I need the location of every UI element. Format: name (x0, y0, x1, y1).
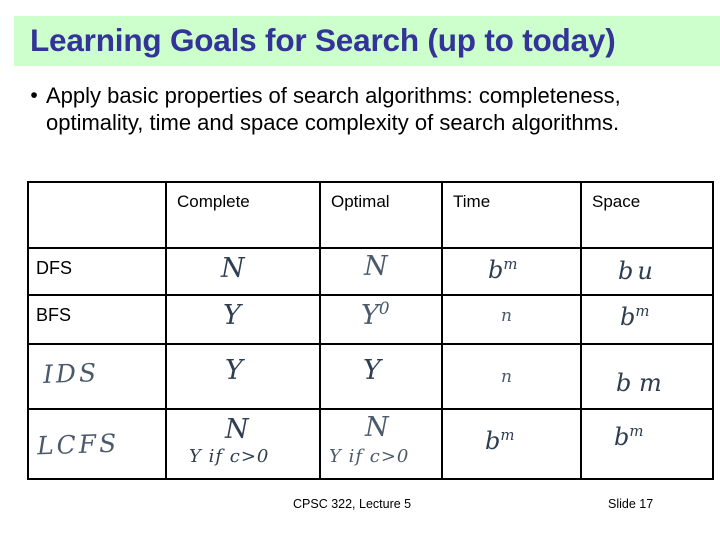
handwritten-condition: Y if c>0 (329, 446, 410, 467)
handwritten-answer: bm (485, 426, 515, 455)
handwritten-answer: bm (614, 422, 644, 451)
cell-bfs-optimal: Y0 (319, 294, 443, 345)
footer-slide-number: Slide 17 (608, 497, 654, 511)
table-corner-cell (27, 181, 167, 249)
cell-lcfs-optimal: N Y if c>0 (319, 408, 443, 480)
handwritten-answer: N (225, 414, 249, 445)
bullet-text: Apply basic properties of search algorit… (46, 83, 621, 135)
row-label: LCFS (36, 428, 120, 461)
row-label-cell-ids: IDS (27, 343, 167, 410)
cell-dfs-space: bu (580, 247, 714, 296)
bullet-list: • Apply basic properties of search algor… (22, 82, 662, 136)
cell-lcfs-complete: N Y if c>0 (165, 408, 321, 480)
cell-dfs-complete: N (165, 247, 321, 296)
table-row: DFS N N bm bu (27, 247, 714, 296)
handwritten-condition: Y if c>0 (189, 446, 270, 467)
footer-course-label: CPSC 322, Lecture 5 (293, 497, 412, 511)
table-row: LCFS N Y if c>0 N Y if c>0 bm bm (27, 408, 714, 480)
search-algorithm-comparison-table: Complete Optimal Time Space DFS N N bm b… (27, 181, 714, 480)
handwritten-answer: N (221, 253, 245, 284)
table-row: BFS Y Y0 n bm (27, 294, 714, 345)
table-header-row: Complete Optimal Time Space (27, 181, 714, 249)
cell-ids-optimal: Y (319, 343, 443, 410)
cell-lcfs-space: bm (580, 408, 714, 480)
column-header-time: Time (441, 181, 582, 249)
table-row: IDS Y Y n b m (27, 343, 714, 410)
column-header-label: Complete (177, 192, 250, 211)
column-header-label: Optimal (331, 192, 390, 211)
row-label-cell-bfs: BFS (27, 294, 167, 345)
page-title: Learning Goals for Search (up to today) (30, 22, 616, 59)
column-header-label: Space (592, 192, 641, 211)
column-header-label: Time (453, 192, 491, 211)
column-header-complete: Complete (165, 181, 321, 249)
cell-ids-time: n (441, 343, 582, 410)
handwritten-answer: Y0 (361, 298, 390, 331)
handwritten-answer: N (364, 251, 388, 282)
column-header-optimal: Optimal (319, 181, 443, 249)
row-label: IDS (42, 358, 100, 389)
cell-lcfs-time: bm (441, 408, 582, 480)
row-label-cell-lcfs: LCFS (27, 408, 167, 480)
cell-dfs-optimal: N (319, 247, 443, 296)
corner-label (29, 183, 165, 193)
bullet-marker-icon: • (30, 84, 38, 107)
handwritten-answer: Y (225, 355, 243, 386)
handwritten-answer: n (501, 306, 512, 326)
cell-bfs-time: n (441, 294, 582, 345)
row-label: BFS (36, 305, 72, 325)
column-header-space: Space (580, 181, 714, 249)
handwritten-answer: bm (488, 255, 518, 284)
handwritten-answer: n (501, 367, 512, 387)
row-label-cell-dfs: DFS (27, 247, 167, 296)
cell-ids-space: b m (580, 343, 714, 410)
cell-ids-complete: Y (165, 343, 321, 410)
row-label: DFS (36, 258, 72, 278)
cell-bfs-space: bm (580, 294, 714, 345)
list-item: • Apply basic properties of search algor… (22, 82, 662, 136)
handwritten-answer: b m (616, 369, 662, 397)
handwritten-answer: bu (618, 257, 653, 285)
cell-bfs-complete: Y (165, 294, 321, 345)
cell-dfs-time: bm (441, 247, 582, 296)
handwritten-answer: bm (620, 302, 650, 331)
handwritten-answer: Y (223, 300, 241, 331)
handwritten-answer: N (365, 412, 389, 443)
handwritten-answer: Y (363, 355, 381, 386)
title-banner: Learning Goals for Search (up to today) (14, 16, 720, 66)
